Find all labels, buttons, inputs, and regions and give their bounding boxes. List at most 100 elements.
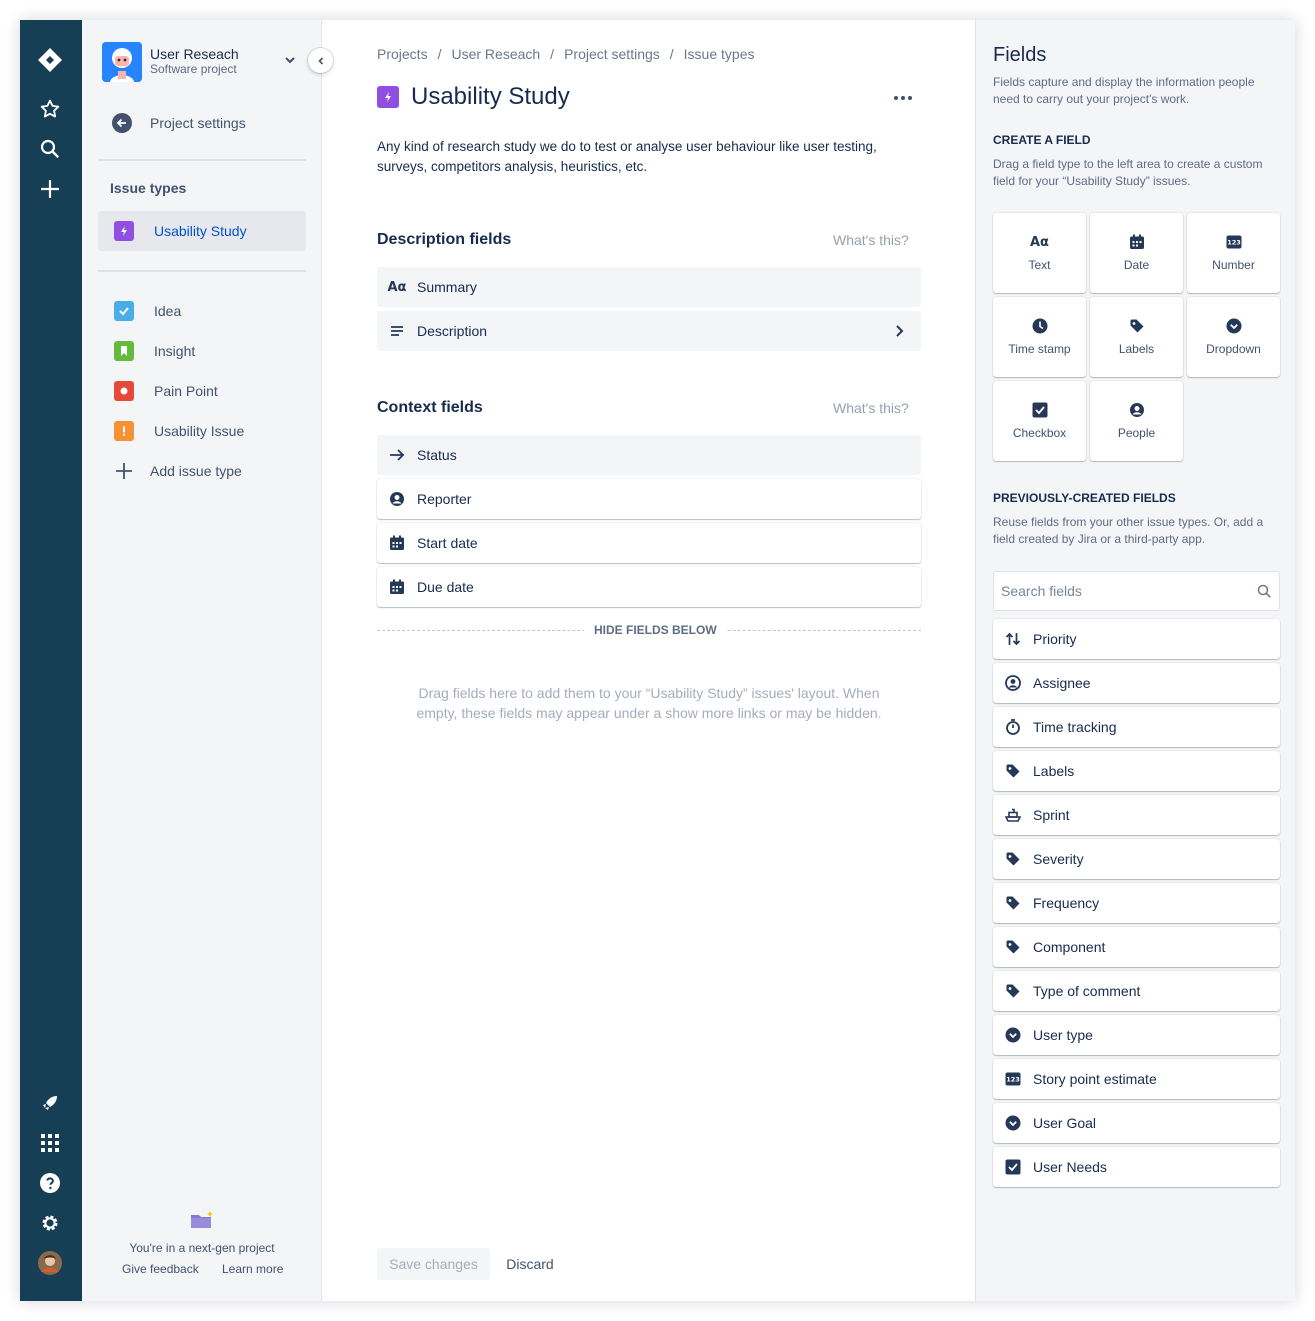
field-type-labels[interactable]: Labels (1090, 297, 1183, 377)
previous-fields-subtitle: Reuse fields from your other issue types… (993, 515, 1264, 546)
clock-icon (1032, 318, 1048, 334)
rocket-icon[interactable] (37, 1090, 63, 1116)
person-icon (1005, 675, 1021, 691)
save-changes-button[interactable]: Save changes (377, 1248, 490, 1280)
field-row-due-date[interactable]: Due date (377, 567, 921, 607)
prev-field-story-point-estimate[interactable]: 123 Story point estimate (993, 1059, 1280, 1099)
sidebar-item-idea[interactable]: Idea (98, 291, 306, 331)
field-type-label: People (1117, 426, 1156, 440)
divider (98, 159, 306, 161)
sidebar-item-usability-study[interactable]: Usability Study (98, 211, 306, 251)
field-type-number[interactable]: 123 Number (1187, 213, 1280, 293)
project-avatar (102, 42, 142, 82)
checkbox-icon (1005, 1159, 1021, 1175)
field-type-text[interactable]: Aα Text (993, 213, 1086, 293)
whats-this-link[interactable]: What's this? (833, 400, 909, 416)
collapse-sidebar-button[interactable] (308, 48, 333, 73)
field-row-summary[interactable]: Aα Summary (377, 267, 921, 307)
search-input[interactable] (994, 572, 1244, 610)
field-type-date[interactable]: Date (1090, 213, 1183, 293)
field-row-reporter[interactable]: Reporter (377, 479, 921, 519)
dropdown-icon (1005, 1115, 1021, 1131)
chevron-down-icon[interactable] (282, 52, 298, 68)
prev-field-label: User Needs (1033, 1159, 1107, 1175)
sidebar-item-pain-point[interactable]: Pain Point (98, 371, 306, 411)
more-actions-button[interactable] (887, 86, 919, 110)
prev-field-assignee[interactable]: Assignee (993, 663, 1280, 703)
jira-logo-icon[interactable] (37, 47, 63, 73)
field-type-people[interactable]: People (1090, 381, 1183, 461)
issue-types-heading: Issue types (110, 180, 187, 196)
discard-button[interactable]: Discard (500, 1248, 560, 1280)
field-type-dropdown[interactable]: Dropdown (1187, 297, 1280, 377)
hide-fields-label: HIDE FIELDS BELOW (584, 623, 727, 637)
breadcrumb-issue-types[interactable]: Issue types (684, 46, 755, 62)
prev-field-user-type[interactable]: User type (993, 1015, 1280, 1055)
prev-field-type-of-comment[interactable]: Type of comment (993, 971, 1280, 1011)
prev-field-user-needs[interactable]: User Needs (993, 1147, 1280, 1187)
field-row-description[interactable]: Description (377, 311, 921, 351)
learn-more-link[interactable]: Learn more (222, 1262, 283, 1276)
next-gen-notice: You're in a next-gen project (129, 1241, 275, 1255)
give-feedback-link[interactable]: Give feedback (122, 1262, 199, 1276)
search-icon[interactable] (37, 136, 63, 162)
field-type-label: Time stamp (1008, 342, 1071, 356)
lightning-icon (114, 221, 134, 241)
paragraph-icon (389, 323, 405, 339)
breadcrumb-projects[interactable]: Projects (377, 46, 428, 62)
help-icon[interactable] (37, 1170, 63, 1196)
tag-icon (1005, 763, 1021, 779)
field-type-checkbox[interactable]: Checkbox (993, 381, 1086, 461)
chevron-left-icon (317, 56, 323, 65)
checkbox-icon (1032, 402, 1048, 418)
app-switcher-icon[interactable] (37, 1130, 63, 1156)
sidebar-item-insight[interactable]: Insight (98, 331, 306, 371)
calendar-icon (1129, 234, 1145, 250)
prev-field-component[interactable]: Component (993, 927, 1280, 967)
stopwatch-icon (1005, 719, 1021, 735)
field-label: Description (417, 323, 488, 339)
field-label: Summary (417, 279, 477, 295)
prev-field-priority[interactable]: Priority (993, 619, 1280, 659)
app-window: User Reseach Software project Project se… (20, 20, 1295, 1301)
fields-panel-subtitle: Fields capture and display the informati… (993, 75, 1255, 106)
prev-field-label: Time tracking (1033, 719, 1117, 735)
exclamation-icon (114, 421, 134, 441)
prev-field-user-goal[interactable]: User Goal (993, 1103, 1280, 1143)
sidebar-item-label: Idea (154, 303, 182, 319)
breadcrumb-separator: / (437, 46, 442, 62)
prev-field-sprint[interactable]: Sprint (993, 795, 1280, 835)
bookmark-icon (114, 341, 134, 361)
prev-field-labels[interactable]: Labels (993, 751, 1280, 791)
fields-panel: Fields Fields capture and display the in… (975, 20, 1295, 1301)
create-icon[interactable] (37, 176, 63, 202)
prev-field-time-tracking[interactable]: Time tracking (993, 707, 1280, 747)
settings-icon[interactable] (37, 1210, 63, 1236)
field-row-start-date[interactable]: Start date (377, 523, 921, 563)
star-icon[interactable] (37, 96, 63, 122)
prev-field-severity[interactable]: Severity (993, 839, 1280, 879)
project-type: Software project (150, 62, 237, 76)
breadcrumb-project-settings[interactable]: Project settings (564, 46, 660, 62)
prev-field-label: Assignee (1033, 675, 1091, 691)
back-to-project-settings[interactable]: Project settings (98, 108, 306, 138)
issue-type-description[interactable]: Any kind of research study we do to test… (377, 137, 917, 177)
page-title[interactable]: Usability Study (411, 83, 570, 111)
field-row-status[interactable]: Status (377, 435, 921, 475)
field-type-time-stamp[interactable]: Time stamp (993, 297, 1086, 377)
breadcrumb-separator: / (669, 46, 674, 62)
tag-icon (1129, 318, 1145, 334)
whats-this-link[interactable]: What's this? (833, 232, 909, 248)
sidebar-item-usability-issue[interactable]: Usability Issue (98, 411, 306, 451)
dropdown-icon (1005, 1027, 1021, 1043)
add-issue-type-button[interactable]: Add issue type (98, 451, 306, 491)
drop-zone-hint[interactable]: Drag fields here to add them to your “Us… (402, 683, 896, 723)
back-label: Project settings (150, 115, 246, 131)
prev-field-frequency[interactable]: Frequency (993, 883, 1280, 923)
search-icon[interactable] (1257, 584, 1271, 598)
breadcrumb-project[interactable]: User Reseach (451, 46, 540, 62)
calendar-icon (389, 535, 405, 551)
prev-field-label: Labels (1033, 763, 1075, 779)
prev-field-label: User type (1033, 1027, 1093, 1043)
profile-avatar[interactable] (37, 1250, 63, 1276)
